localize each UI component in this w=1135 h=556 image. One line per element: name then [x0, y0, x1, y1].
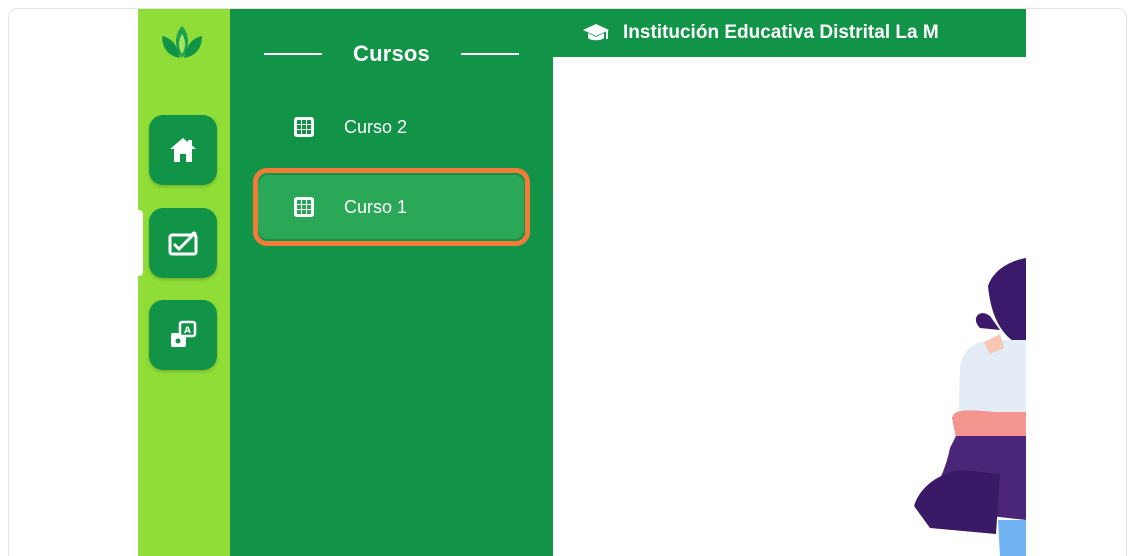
lotus-logo-icon	[156, 20, 208, 66]
icon-rail	[138, 9, 230, 556]
courses-button[interactable]	[149, 208, 217, 278]
course-label: Curso 1	[344, 196, 408, 217]
grid-icon	[293, 116, 315, 138]
course-item-curso-2[interactable]: Curso 2	[258, 95, 524, 159]
courses-panel	[230, 9, 553, 556]
course-label: Curso 2	[344, 116, 408, 137]
heading-divider-left	[264, 53, 322, 55]
home-icon	[167, 135, 199, 165]
grid-icon	[293, 196, 315, 218]
translate-icon: A	[167, 319, 199, 351]
page-title: Institución Educativa Distrital La M	[623, 22, 939, 43]
graduation-cap-icon	[581, 22, 611, 44]
translate-button[interactable]: A	[149, 300, 217, 370]
panel-title: Cursos	[353, 41, 430, 66]
home-button[interactable]	[149, 115, 217, 185]
panel-heading: Cursos	[264, 38, 519, 70]
student-illustration	[900, 258, 1026, 556]
chart-icon	[166, 228, 200, 258]
course-item-curso-1[interactable]: Curso 1	[258, 175, 524, 239]
svg-text:A: A	[184, 326, 191, 336]
rail-selection-indicator	[138, 210, 143, 276]
heading-divider-right	[461, 53, 519, 55]
header-bar: Institución Educativa Distrital La M	[553, 9, 1026, 57]
